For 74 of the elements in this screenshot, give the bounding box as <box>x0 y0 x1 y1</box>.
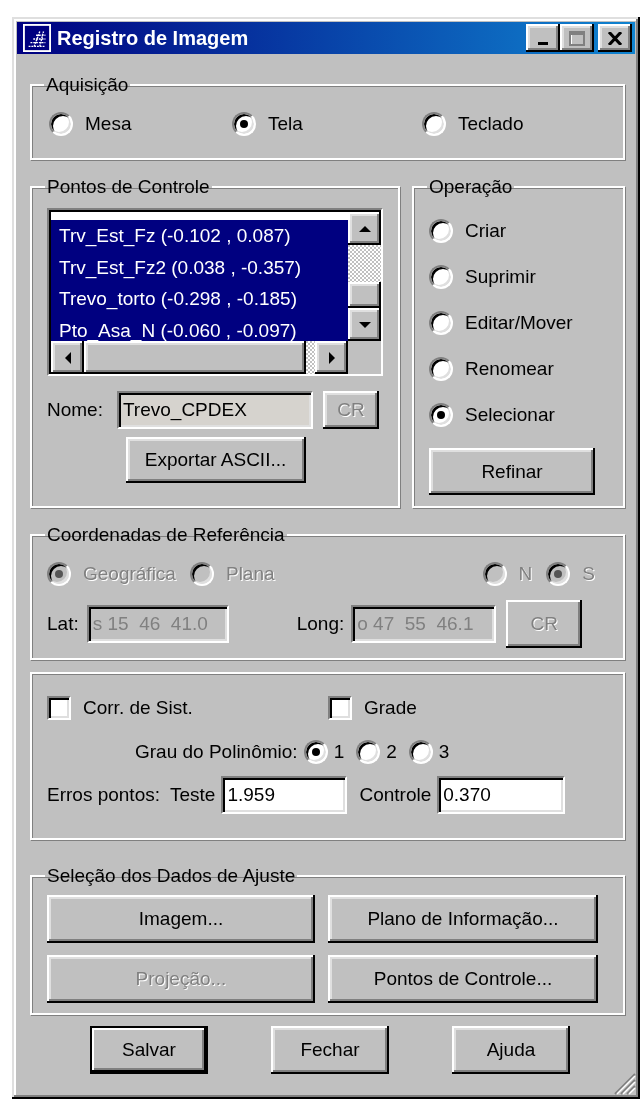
list-item[interactable]: Pto_Asa_N (-0.060 , -0.097) <box>51 314 348 341</box>
radio-label: Criar <box>465 220 507 242</box>
close-button[interactable] <box>598 24 632 52</box>
radio-label: Plana <box>225 563 275 585</box>
radio-button[interactable] <box>429 357 453 381</box>
list-item[interactable]: Trv_Est_Fz2 (0.038 , -0.357) <box>51 251 348 283</box>
radio-button[interactable] <box>422 112 446 136</box>
radio-button[interactable] <box>429 265 453 289</box>
field-label: Lat: <box>47 613 79 635</box>
scroll-thumb[interactable] <box>84 341 306 374</box>
group-title: Coordenadas de Referência <box>46 524 286 546</box>
radio-button[interactable] <box>303 740 328 764</box>
group-title: Seleção dos Dados de Ajuste <box>46 865 297 887</box>
checkbox-label: Corr. de Sist. <box>83 697 193 719</box>
scroll-track <box>306 341 315 374</box>
radio-button[interactable] <box>429 219 453 243</box>
radio-button[interactable] <box>429 403 453 427</box>
data-button[interactable]: Pontos de Controle... <box>328 955 598 1003</box>
right-arrow-icon <box>326 350 337 365</box>
checkbox-label: Grade <box>364 697 417 719</box>
radio-label: Suprimir <box>465 266 536 288</box>
radio-label: Tela <box>268 113 303 135</box>
field-label: Nome: <box>47 399 103 421</box>
radio-label: Selecionar <box>465 404 555 426</box>
resize-grip[interactable] <box>612 1071 636 1095</box>
scroll-right-button[interactable] <box>315 341 348 374</box>
scroll-up-button[interactable] <box>348 212 381 245</box>
dialog-button[interactable]: Ajuda <box>452 1026 570 1074</box>
data-button[interactable]: Imagem... <box>47 895 315 943</box>
data-button[interactable]: Plano de Informação... <box>328 895 598 943</box>
field-label: Long: <box>296 613 345 635</box>
scroll-thumb[interactable] <box>348 282 381 308</box>
list-item[interactable]: Trv_Est_Fz (-0.102 , 0.087) <box>51 220 348 252</box>
grid-icon <box>23 24 51 52</box>
radio-button[interactable] <box>232 112 256 136</box>
degree-label: Grau do Polinômio: <box>135 741 298 763</box>
radio-label: Renomear <box>465 358 554 380</box>
radio-button[interactable] <box>429 311 453 335</box>
down-arrow-icon <box>357 319 372 330</box>
radio-button[interactable] <box>408 740 433 764</box>
checkbox[interactable] <box>328 696 352 720</box>
minimize-button[interactable] <box>526 24 560 52</box>
dialog-button[interactable]: Salvar <box>90 1026 208 1074</box>
radio-label: Teclado <box>458 113 524 135</box>
radio-label: Geográfica <box>83 563 176 585</box>
refine-button[interactable]: Refinar <box>429 448 595 495</box>
test-error-field[interactable]: 1.959 <box>221 776 348 814</box>
dialog-button[interactable]: Fechar <box>271 1026 389 1074</box>
export-button[interactable]: Exportar ASCII... <box>125 437 306 483</box>
group-title: Operação <box>428 176 514 198</box>
radio-button[interactable] <box>356 740 381 764</box>
name-field[interactable]: Trevo_CPDEX <box>116 391 313 429</box>
radio-label: 2 <box>386 741 397 763</box>
group-title: Aquisição <box>45 74 130 96</box>
scroll-left-button[interactable] <box>51 341 84 374</box>
radio-label: Mesa <box>85 113 132 135</box>
checkbox[interactable] <box>47 696 71 720</box>
radio-label: 3 <box>438 741 450 763</box>
group-title: Pontos de Controle <box>46 176 211 198</box>
radio-label: S <box>582 563 595 585</box>
radio-label: N <box>518 563 533 585</box>
window-title: Registro de Imagem <box>57 26 250 50</box>
radio-label: 1 <box>333 741 345 763</box>
radio-button[interactable] <box>49 112 73 136</box>
up-arrow-icon <box>357 223 372 234</box>
control-error-field[interactable]: 0.370 <box>437 776 566 814</box>
scrollbar-corner <box>348 341 381 374</box>
field-label: Teste <box>170 784 216 806</box>
maximize-button[interactable] <box>560 24 594 52</box>
field-label: Controle <box>359 784 432 806</box>
scroll-down-button[interactable] <box>348 308 381 341</box>
list-item[interactable]: Trevo_torto (-0.298 , -0.185) <box>51 283 348 315</box>
radio-label: Editar/Mover <box>465 312 573 334</box>
errors-label: Erros pontos: <box>47 784 160 806</box>
